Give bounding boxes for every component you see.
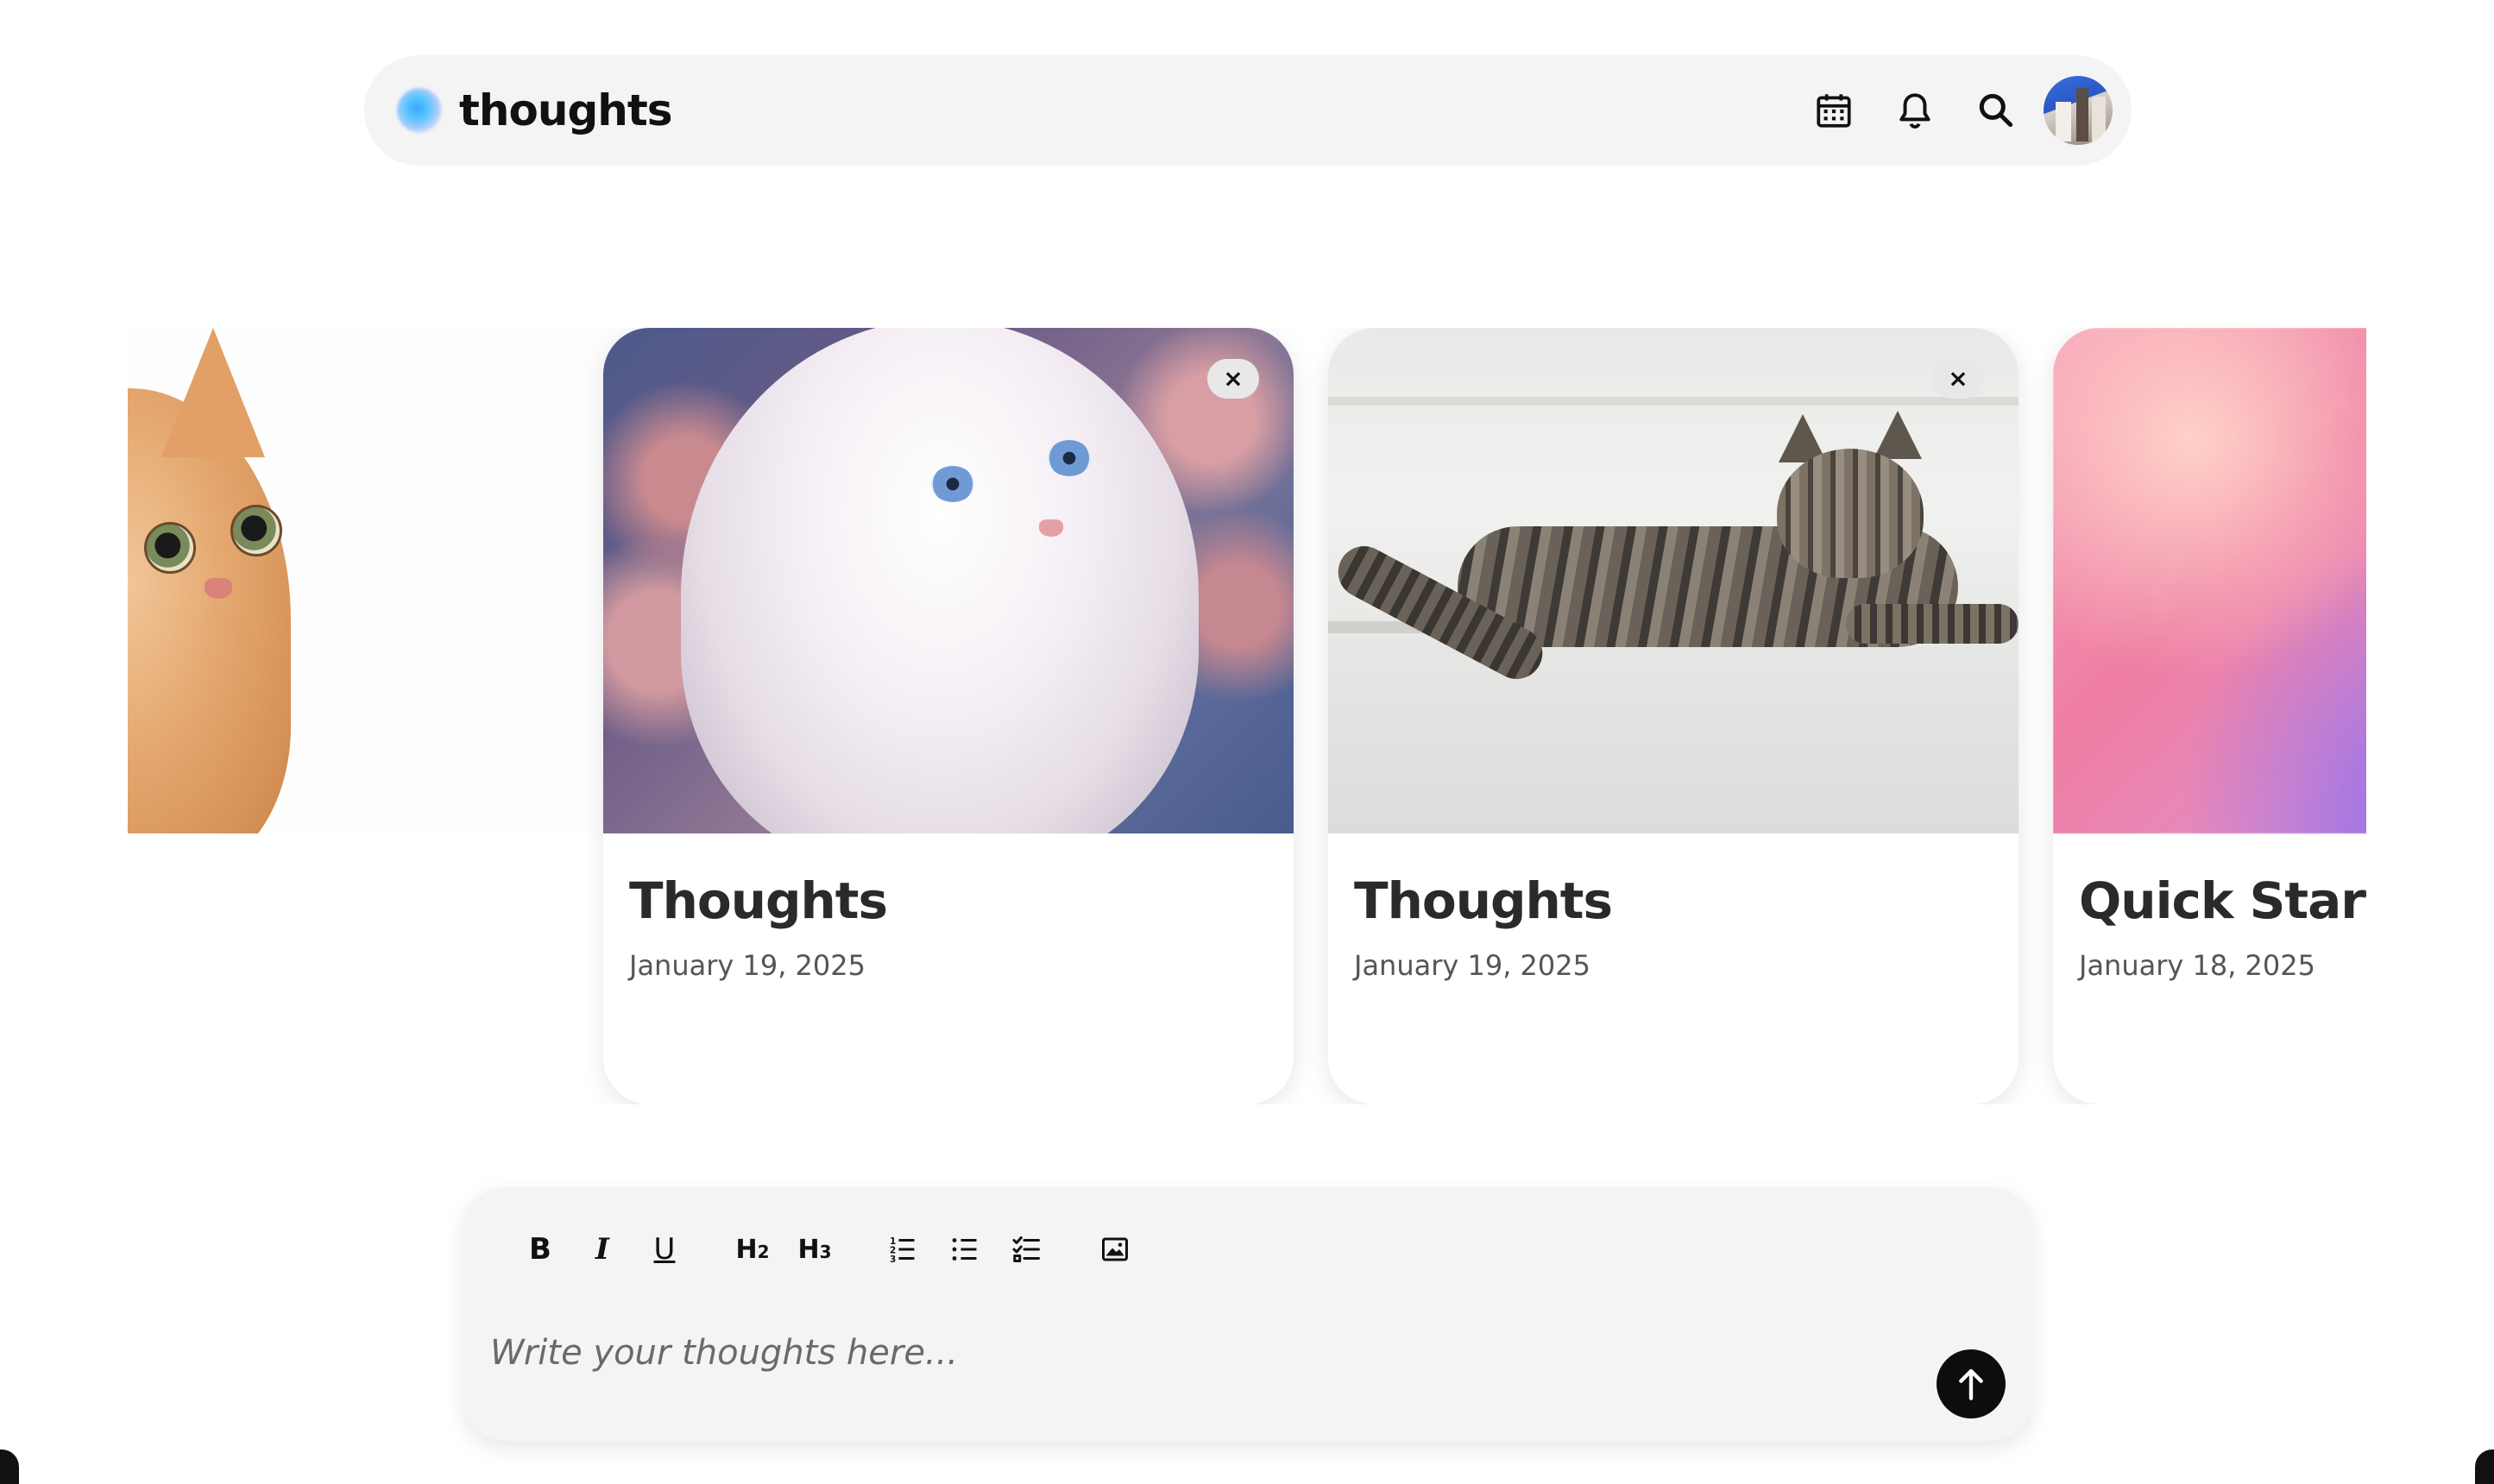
calendar-icon bbox=[1817, 94, 1851, 128]
ordered-list-icon: 1 2 3 bbox=[890, 1236, 915, 1265]
user-avatar[interactable] bbox=[2044, 76, 2113, 145]
card-date: January 19, 2025 bbox=[629, 949, 866, 982]
delete-card-button[interactable]: × bbox=[1207, 359, 1259, 399]
card-title: Thoughts bbox=[1354, 871, 1613, 930]
checklist-icon bbox=[1012, 1236, 1040, 1262]
send-button[interactable] bbox=[1937, 1349, 2006, 1418]
bell-icon bbox=[1899, 93, 1930, 129]
card-date: January 19, 2025 bbox=[1354, 949, 1590, 982]
notes-carousel[interactable]: × × Thoughts January 19, 2025 × bbox=[128, 328, 2366, 1104]
close-icon: × bbox=[1948, 364, 1968, 393]
bullet-list-icon bbox=[952, 1238, 977, 1261]
svg-text:3: 3 bbox=[890, 1254, 896, 1265]
delete-card-button[interactable]: × bbox=[1932, 359, 1984, 399]
heading-3-icon: H3 bbox=[797, 1234, 832, 1265]
bold-button[interactable]: B bbox=[514, 1223, 566, 1275]
bold-icon: B bbox=[529, 1232, 551, 1267]
note-card[interactable]: Quick Start January 18, 2025 bbox=[2053, 328, 2366, 1104]
brand[interactable]: thoughts bbox=[397, 55, 672, 166]
underline-icon: U bbox=[653, 1232, 676, 1267]
underline-button[interactable]: U bbox=[639, 1223, 690, 1275]
formatting-toolbar: B I U H2 H3 1 2 3 bbox=[514, 1223, 1151, 1275]
insert-image-button[interactable] bbox=[1089, 1223, 1141, 1275]
note-card[interactable]: × Thoughts January 19, 2025 bbox=[1328, 328, 2019, 1104]
card-image bbox=[1328, 328, 2019, 833]
ordered-list-button[interactable]: 1 2 3 bbox=[877, 1223, 929, 1275]
note-editor: B I U H2 H3 1 2 3 bbox=[464, 1187, 2031, 1441]
calendar-button[interactable] bbox=[1804, 80, 1864, 141]
heading-2-icon: H2 bbox=[735, 1234, 770, 1265]
card-title: Thoughts bbox=[629, 871, 888, 930]
notifications-button[interactable] bbox=[1885, 80, 1945, 141]
italic-icon: I bbox=[595, 1232, 609, 1267]
note-card[interactable]: × Thoughts January 19, 2025 bbox=[603, 328, 1294, 1104]
card-image bbox=[2053, 328, 2366, 833]
app-name: thoughts bbox=[459, 85, 672, 135]
arrow-up-icon bbox=[1959, 1368, 1983, 1400]
top-nav-bar: thoughts bbox=[364, 55, 2132, 166]
search-icon bbox=[1979, 93, 2013, 128]
card-date: January 18, 2025 bbox=[2079, 949, 2315, 982]
card-title: Quick Start bbox=[2079, 871, 2366, 930]
logo-orb-icon bbox=[397, 88, 442, 133]
image-icon bbox=[1102, 1237, 1128, 1261]
window-corner bbox=[2475, 1449, 2494, 1484]
checklist-button[interactable] bbox=[1001, 1223, 1053, 1275]
italic-button[interactable]: I bbox=[576, 1223, 628, 1275]
bullet-list-button[interactable] bbox=[939, 1223, 991, 1275]
heading-2-button[interactable]: H2 bbox=[727, 1223, 778, 1275]
header-actions bbox=[1783, 55, 2113, 166]
thought-input[interactable] bbox=[490, 1325, 1871, 1380]
close-icon: × bbox=[1223, 364, 1244, 393]
heading-3-button[interactable]: H3 bbox=[789, 1223, 841, 1275]
card-image bbox=[603, 328, 1294, 833]
search-button[interactable] bbox=[1966, 80, 2026, 141]
window-corner bbox=[0, 1449, 19, 1484]
